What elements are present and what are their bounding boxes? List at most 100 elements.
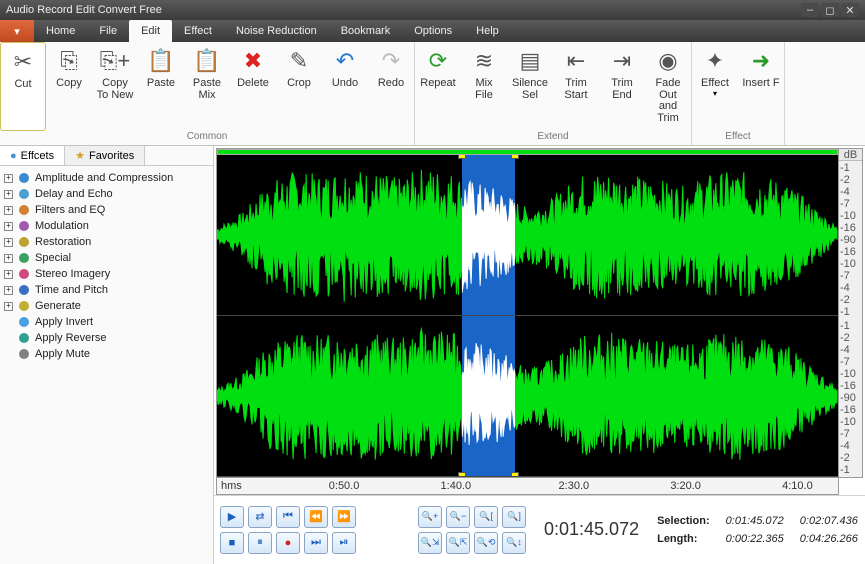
sidetab-label: Effcets [21,150,54,162]
fade-out-trim-button[interactable]: ◉Fade Outand Trim [645,42,691,131]
db-tick: -7 [840,270,861,282]
stop-button[interactable]: ■ [220,532,244,554]
selection-handle-left[interactable] [458,155,466,159]
length-label: Length: [657,533,710,545]
db-tick: -2 [840,332,861,344]
maximize-button[interactable]: ◻ [821,3,839,17]
fade-out-trim-icon: ◉ [653,46,683,76]
silence-sel-button[interactable]: ▤SilenceSel [507,42,553,131]
expand-icon[interactable]: + [4,206,13,215]
selection-handle-right[interactable] [511,472,519,477]
expand-icon[interactable]: + [4,238,13,247]
db-tick: -16 [840,246,861,258]
play-button[interactable]: ▶ [220,506,244,528]
minimize-button[interactable]: – [801,3,819,17]
tree-modulation[interactable]: +Modulation [0,218,213,234]
sidetab-effects[interactable]: ●Effcets [0,146,65,165]
time-tick: 4:10.0 [782,480,813,492]
copy-to-new-icon: ⎘+ [100,46,130,76]
ribbon-toolbar: ✂Cut⎘Copy⎘+CopyTo New📋Paste📋PasteMix✖Del… [0,42,865,146]
waveform-right-channel[interactable] [217,316,838,477]
playstop-button[interactable]: ⏯ [332,532,356,554]
copy-button[interactable]: ⎘Copy [46,42,92,131]
db-tick: -10 [840,416,861,428]
zoom-button-3[interactable]: 🔍] [502,506,526,528]
tree-delay-and-echo[interactable]: +Delay and Echo [0,186,213,202]
tree-apply-reverse[interactable]: Apply Reverse [0,330,213,346]
pause-button[interactable]: ⏸ [248,532,272,554]
paste-button[interactable]: 📋Paste [138,42,184,131]
zoom-button-6[interactable]: 🔍⟲ [474,532,498,554]
menu-help[interactable]: Help [464,20,511,42]
crop-button[interactable]: ✎Crop [276,42,322,131]
menu-effect[interactable]: Effect [172,20,224,42]
trim-start-button[interactable]: ⇤TrimStart [553,42,599,131]
mix-file-button[interactable]: ≋MixFile [461,42,507,131]
tree-filters-and-eq[interactable]: + Filters and EQ [0,202,213,218]
undo-button[interactable]: ↶Undo [322,42,368,131]
menu-noise-reduction[interactable]: Noise Reduction [224,20,329,42]
time-tick: 3:20.0 [670,480,701,492]
tree-time-and-pitch[interactable]: +Time and Pitch [0,282,213,298]
tree-label: Filters and EQ [35,204,105,216]
zoom-button-2[interactable]: 🔍[ [474,506,498,528]
tree-restoration[interactable]: +Restoration [0,234,213,250]
expand-icon[interactable]: + [4,222,13,231]
zoom-button-0[interactable]: 🔍+ [418,506,442,528]
paste-mix-button[interactable]: 📋PasteMix [184,42,230,131]
sidetab-favorites[interactable]: ★Favorites [65,146,145,165]
time-ruler[interactable]: hms 0:50.01:40.02:30.03:20.04:10.0 [216,478,839,495]
delete-button[interactable]: ✖Delete [230,42,276,131]
record-button[interactable]: ● [276,532,300,554]
expand-icon[interactable]: + [4,286,13,295]
selection-handle-left[interactable] [458,472,466,477]
selection-handle-right[interactable] [511,155,519,159]
zoom-button-1[interactable]: 🔍− [446,506,470,528]
db-tick: -10 [840,258,861,270]
cut-button[interactable]: ✂Cut [0,42,46,131]
zoom-buttons: 🔍+🔍−🔍[🔍] 🔍⇲🔍⇱🔍⟲🔍↕ [418,500,526,560]
menu-edit[interactable]: Edit [129,20,172,42]
tree-generate[interactable]: +Generate [0,298,213,314]
trim-end-button[interactable]: ⇥TrimEnd [599,42,645,131]
sidetab-label: Favorites [89,150,134,162]
time-tick: 0:50.0 [329,480,360,492]
close-button[interactable]: ✕ [841,3,859,17]
zoom-button-7[interactable]: 🔍↕ [502,532,526,554]
repeat-icon: ⟳ [423,46,453,76]
selection-region[interactable] [462,316,515,476]
rewind-button[interactable]: ⏪ [304,506,328,528]
selection-region[interactable] [462,155,515,315]
expand-icon[interactable]: + [4,270,13,279]
copy-to-new-button[interactable]: ⎘+CopyTo New [92,42,138,131]
menu-home[interactable]: Home [34,20,87,42]
zoom-button-4[interactable]: 🔍⇲ [418,532,442,554]
repeat-button[interactable]: ⟳Repeat [415,42,461,131]
db-tick: -10 [840,368,861,380]
expand-icon[interactable]: + [4,254,13,263]
expand-icon[interactable]: + [4,174,13,183]
expand-icon[interactable]: + [4,190,13,199]
zoom-button-5[interactable]: 🔍⇱ [446,532,470,554]
waveform-left-channel[interactable] [217,155,838,316]
insert-f-button[interactable]: ➜Insert F [738,42,784,131]
tree-apply-invert[interactable]: Apply Invert [0,314,213,330]
tree-apply-mute[interactable]: Apply Mute [0,346,213,362]
menu-file[interactable]: File [87,20,129,42]
loop-button[interactable]: ⇄ [248,506,272,528]
paste-label: Paste [147,78,175,90]
redo-button[interactable]: ↷Redo [368,42,414,131]
skip-end-button[interactable]: ⏭ [304,532,328,554]
app-menu-button[interactable]: ▾ [0,20,34,42]
tree-special[interactable]: +Special [0,250,213,266]
forward-button[interactable]: ⏩ [332,506,356,528]
menu-bookmark[interactable]: Bookmark [329,20,403,42]
tree-amplitude-and-compression[interactable]: +Amplitude and Compression [0,170,213,186]
expand-icon[interactable]: + [4,302,13,311]
effect-button[interactable]: ✦Effect▾ [692,42,738,131]
skip-start-button[interactable]: ⏮ [276,506,300,528]
db-tick: -90 [840,392,861,404]
tree-stereo-imagery[interactable]: +Stereo Imagery [0,266,213,282]
menu-options[interactable]: Options [402,20,464,42]
trim-end-label: TrimEnd [611,78,633,101]
